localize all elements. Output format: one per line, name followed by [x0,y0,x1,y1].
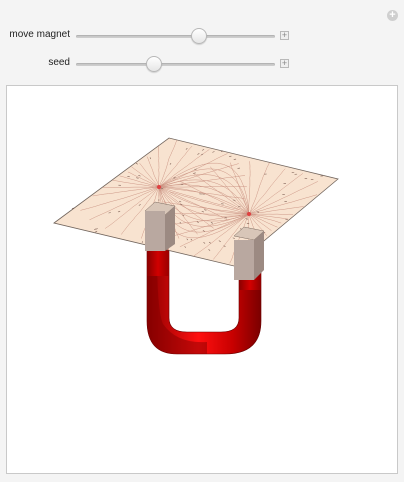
magnet-field-3d-view[interactable] [6,85,398,474]
seed-control: seed + [0,54,404,74]
south-pole-dot [247,212,251,216]
right-pole-face [234,240,254,280]
field-plane [53,137,339,267]
magnet-scene[interactable] [7,86,399,475]
move-magnet-slider[interactable] [76,28,275,44]
move-magnet-increment-button[interactable]: + [280,31,289,40]
move-magnet-label: move magnet [9,29,70,40]
seed-slider-thumb[interactable] [145,56,162,72]
north-pole-dot [157,185,161,189]
left-pole-face [145,211,165,251]
move-magnet-control: move magnet + [0,26,404,46]
seed-label: seed [48,57,70,68]
expand-controls-icon[interactable]: + [387,10,398,21]
seed-increment-button[interactable]: + [280,59,289,68]
seed-slider[interactable] [76,56,275,72]
move-magnet-slider-thumb[interactable] [191,28,208,44]
